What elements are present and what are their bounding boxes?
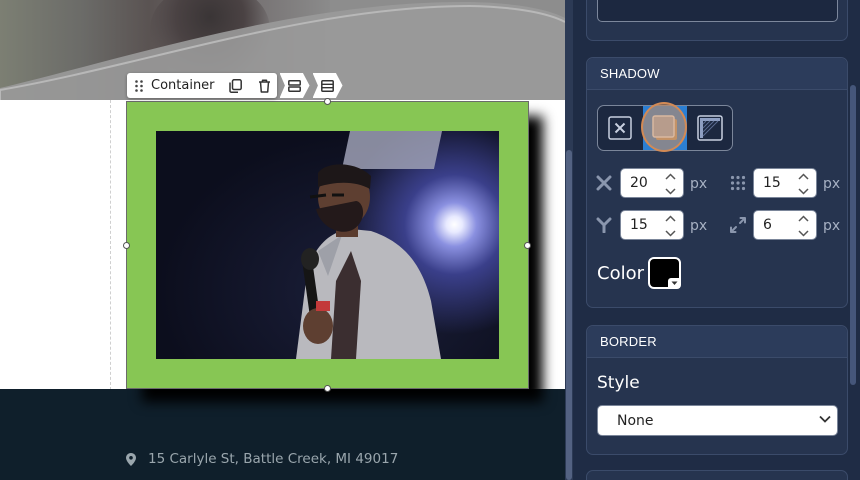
stepper-up-icon[interactable] xyxy=(797,173,809,180)
speaker-figure xyxy=(296,164,441,359)
speaker-photo[interactable] xyxy=(156,131,499,359)
inner-shadow-button[interactable] xyxy=(687,106,732,150)
drag-handle-icon[interactable] xyxy=(135,79,143,92)
inner-shadow-icon xyxy=(696,115,723,141)
element-toolbar: Container xyxy=(127,73,343,98)
border-style-value: None xyxy=(617,412,654,429)
shadow-blur-input[interactable]: 15 xyxy=(753,168,817,198)
stepper-down-icon[interactable] xyxy=(797,230,809,237)
previous-input-field[interactable] xyxy=(597,0,838,22)
shadow-spread-stepper[interactable] xyxy=(797,215,809,237)
shadow-y-input[interactable]: 15 xyxy=(620,210,684,240)
footer-address-text: 15 Carlyle St, Battle Creek, MI 49017 xyxy=(148,451,399,467)
column-guide-line xyxy=(110,100,111,390)
rows-layout-icon xyxy=(288,79,301,92)
shadow-spread-unit: px xyxy=(823,218,841,234)
inspector-scrollbar[interactable] xyxy=(850,85,856,385)
canvas-scrollbar-thumb[interactable] xyxy=(566,150,572,480)
stepper-up-icon[interactable] xyxy=(664,215,676,222)
shadow-spread-value: 6 xyxy=(763,217,772,233)
resize-handle-left[interactable] xyxy=(123,242,130,249)
blur-icon xyxy=(728,173,748,193)
chevron-down-icon xyxy=(819,415,831,423)
shadow-y-stepper[interactable] xyxy=(664,215,676,237)
footer-address: 15 Carlyle St, Battle Creek, MI 49017 xyxy=(126,451,398,467)
shadow-color-swatch[interactable] xyxy=(648,257,681,289)
resize-handle-top[interactable] xyxy=(324,98,331,105)
next-settings-card xyxy=(586,470,848,480)
delete-icon[interactable] xyxy=(258,79,271,93)
click-highlight-ring xyxy=(641,102,687,152)
no-shadow-button[interactable] xyxy=(598,106,643,150)
shadow-x-input[interactable]: 20 xyxy=(620,168,684,198)
shadow-x-unit: px xyxy=(690,176,708,192)
y-offset-icon xyxy=(594,215,614,235)
chevron-down-icon xyxy=(668,278,681,289)
location-pin-icon xyxy=(126,452,136,466)
shadow-x-value: 20 xyxy=(630,175,648,191)
resize-handle-right[interactable] xyxy=(524,242,531,249)
shadow-blur-value: 15 xyxy=(763,175,781,191)
element-type-label: Container xyxy=(151,78,215,93)
stepper-down-icon[interactable] xyxy=(664,230,676,237)
shadow-y-unit: px xyxy=(690,218,708,234)
list-layout-button[interactable] xyxy=(312,73,343,98)
shadow-x-stepper[interactable] xyxy=(664,173,676,195)
border-section-header[interactable]: BORDER xyxy=(587,326,847,358)
shadow-blur-stepper[interactable] xyxy=(797,173,809,195)
x-offset-icon xyxy=(594,173,614,193)
element-toolbar-main: Container xyxy=(127,73,277,98)
canvas-scrollbar[interactable] xyxy=(565,0,573,480)
list-layout-icon xyxy=(321,79,334,92)
spread-icon xyxy=(728,215,748,235)
stepper-up-icon[interactable] xyxy=(797,215,809,222)
rows-layout-button[interactable] xyxy=(279,73,310,98)
editor-canvas[interactable]: 15 Carlyle St, Battle Creek, MI 49017 Co… xyxy=(0,0,565,480)
shadow-blur-unit: px xyxy=(823,176,841,192)
shadow-spread-input[interactable]: 6 xyxy=(753,210,817,240)
stepper-up-icon[interactable] xyxy=(664,173,676,180)
resize-handle-bottom[interactable] xyxy=(324,385,331,392)
no-shadow-icon xyxy=(608,116,633,140)
shadow-y-value: 15 xyxy=(630,217,648,233)
selected-container[interactable] xyxy=(126,101,529,389)
border-style-label: Style xyxy=(597,373,640,393)
stepper-down-icon[interactable] xyxy=(664,188,676,195)
border-style-select[interactable]: None xyxy=(597,405,838,436)
shadow-section-header[interactable]: SHADOW xyxy=(587,58,847,90)
shadow-color-label: Color xyxy=(597,263,644,284)
stepper-down-icon[interactable] xyxy=(797,188,809,195)
duplicate-icon[interactable] xyxy=(228,78,242,93)
